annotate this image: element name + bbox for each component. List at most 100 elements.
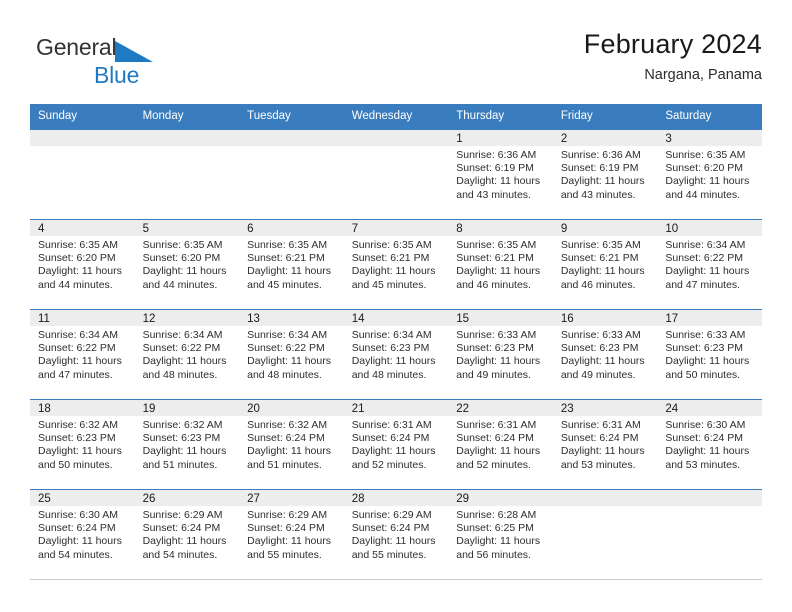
day-details: Sunrise: 6:34 AM Sunset: 6:23 PM Daylight:… xyxy=(344,326,449,382)
calendar-week-row: 4 Sunrise: 6:35 AM Sunset: 6:20 PM Daylight… xyxy=(30,219,762,310)
calendar-day-cell[interactable]: 16 Sunrise: 6:33 AM Sunset: 6:23 PM Dayligh… xyxy=(552,309,658,400)
sunrise-text: Sunrise: 6:34 AM xyxy=(351,329,432,341)
calendar-day-cell[interactable]: 5 Sunrise: 6:35 AM Sunset: 6:20 PM Daylight… xyxy=(134,219,240,310)
daylight-text: Daylight: 11 hours and 56 minutes. xyxy=(456,535,541,561)
calendar-day-cell-empty xyxy=(134,129,240,220)
day-number: 27 xyxy=(239,490,344,506)
day-details: Sunrise: 6:32 AM Sunset: 6:23 PM Daylight:… xyxy=(30,416,135,472)
daylight-text: Daylight: 11 hours and 52 minutes. xyxy=(351,445,436,471)
sunrise-text: Sunrise: 6:35 AM xyxy=(142,239,223,251)
sunset-text: Sunset: 6:19 PM xyxy=(456,162,534,175)
sunset-text: Sunset: 6:21 PM xyxy=(560,252,639,265)
calendar-day-cell[interactable]: 8 Sunrise: 6:35 AM Sunset: 6:21 PM Daylight… xyxy=(448,219,553,310)
brand-logo: General Blue xyxy=(36,36,256,90)
calendar-day-cell[interactable]: 23 Sunrise: 6:31 AM Sunset: 6:24 PM Dayligh… xyxy=(552,399,658,490)
daylight-text: Daylight: 11 hours and 53 minutes. xyxy=(665,445,750,471)
day-number: 4 xyxy=(30,220,135,236)
calendar-day-cell[interactable]: 17 Sunrise: 6:33 AM Sunset: 6:23 PM Dayligh… xyxy=(657,309,762,400)
calendar-day-cell[interactable]: 2 Sunrise: 6:36 AM Sunset: 6:19 PM Daylight… xyxy=(552,129,658,220)
day-number: 5 xyxy=(134,220,240,236)
sunrise-text: Sunrise: 6:30 AM xyxy=(665,419,746,431)
calendar-day-cell-empty xyxy=(30,129,135,220)
sunset-text: Sunset: 6:20 PM xyxy=(142,252,221,265)
calendar-day-cell[interactable]: 22 Sunrise: 6:31 AM Sunset: 6:24 PM Dayligh… xyxy=(448,399,553,490)
sunset-text: Sunset: 6:21 PM xyxy=(351,252,430,265)
day-details: Sunrise: 6:31 AM Sunset: 6:24 PM Daylight:… xyxy=(448,416,553,472)
daylight-text: Daylight: 11 hours and 50 minutes. xyxy=(665,355,750,381)
day-number: 11 xyxy=(30,310,135,326)
calendar-day-cell[interactable]: 27 Sunrise: 6:29 AM Sunset: 6:24 PM Dayligh… xyxy=(239,489,344,580)
sunset-text: Sunset: 6:25 PM xyxy=(456,522,534,535)
calendar-day-cell[interactable]: 15 Sunrise: 6:33 AM Sunset: 6:23 PM Dayligh… xyxy=(448,309,553,400)
calendar-day-cell[interactable]: 20 Sunrise: 6:32 AM Sunset: 6:24 PM Dayligh… xyxy=(239,399,344,490)
daylight-text: Daylight: 11 hours and 51 minutes. xyxy=(142,445,227,471)
sunset-text: Sunset: 6:22 PM xyxy=(665,252,744,265)
daylight-text: Daylight: 11 hours and 54 minutes. xyxy=(38,535,122,561)
sunset-text: Sunset: 6:24 PM xyxy=(247,522,325,535)
sunset-text: Sunset: 6:24 PM xyxy=(247,432,325,445)
day-details: Sunrise: 6:35 AM Sunset: 6:21 PM Daylight:… xyxy=(448,236,553,292)
sunrise-text: Sunrise: 6:33 AM xyxy=(456,329,537,341)
weekday-header-tuesday: Tuesday xyxy=(239,104,344,130)
sunset-text: Sunset: 6:23 PM xyxy=(456,342,534,355)
calendar-day-cell[interactable]: 7 Sunrise: 6:35 AM Sunset: 6:21 PM Daylight… xyxy=(343,219,449,310)
sunset-text: Sunset: 6:22 PM xyxy=(38,342,116,355)
calendar-day-cell[interactable]: 24 Sunrise: 6:30 AM Sunset: 6:24 PM Dayligh… xyxy=(657,399,762,490)
calendar-day-cell[interactable]: 9 Sunrise: 6:35 AM Sunset: 6:21 PM Daylight… xyxy=(552,219,658,310)
title-block: February 2024 Nargana, Panama xyxy=(584,28,762,85)
calendar-day-cell-empty xyxy=(552,489,658,580)
calendar-day-cell[interactable]: 12 Sunrise: 6:34 AM Sunset: 6:22 PM Dayligh… xyxy=(134,309,240,400)
day-details: Sunrise: 6:31 AM Sunset: 6:24 PM Daylight:… xyxy=(553,416,658,472)
sunrise-text: Sunrise: 6:29 AM xyxy=(351,509,432,521)
daylight-text: Daylight: 11 hours and 47 minutes. xyxy=(665,265,750,291)
calendar-day-cell[interactable]: 4 Sunrise: 6:35 AM Sunset: 6:20 PM Daylight… xyxy=(30,219,135,310)
sunset-text: Sunset: 6:23 PM xyxy=(351,342,430,355)
day-number: 1 xyxy=(448,130,553,146)
daylight-text: Daylight: 11 hours and 44 minutes. xyxy=(38,265,122,291)
weekday-header-wednesday: Wednesday xyxy=(343,104,449,130)
day-details: Sunrise: 6:36 AM Sunset: 6:19 PM Daylight:… xyxy=(448,146,553,202)
daylight-text: Daylight: 11 hours and 48 minutes. xyxy=(247,355,331,381)
day-number xyxy=(134,130,240,146)
daylight-text: Daylight: 11 hours and 53 minutes. xyxy=(560,445,645,471)
calendar-day-cell[interactable]: 10 Sunrise: 6:34 AM Sunset: 6:22 PM Dayligh… xyxy=(657,219,762,310)
sunrise-text: Sunrise: 6:32 AM xyxy=(247,419,328,431)
day-details: Sunrise: 6:32 AM Sunset: 6:23 PM Daylight:… xyxy=(135,416,240,472)
day-number: 28 xyxy=(343,490,449,506)
calendar-day-cell[interactable]: 29 Sunrise: 6:28 AM Sunset: 6:25 PM Dayligh… xyxy=(448,489,553,580)
sunset-text: Sunset: 6:20 PM xyxy=(665,162,744,175)
sunset-text: Sunset: 6:22 PM xyxy=(247,342,325,355)
sunrise-text: Sunrise: 6:35 AM xyxy=(247,239,328,251)
calendar-day-cell[interactable]: 28 Sunrise: 6:29 AM Sunset: 6:24 PM Dayligh… xyxy=(343,489,449,580)
sunset-text: Sunset: 6:22 PM xyxy=(142,342,221,355)
calendar-day-cell[interactable]: 21 Sunrise: 6:31 AM Sunset: 6:24 PM Dayligh… xyxy=(343,399,449,490)
sunset-text: Sunset: 6:23 PM xyxy=(560,342,639,355)
sunrise-text: Sunrise: 6:31 AM xyxy=(351,419,432,431)
sunrise-text: Sunrise: 6:34 AM xyxy=(665,239,746,251)
daylight-text: Daylight: 11 hours and 45 minutes. xyxy=(351,265,436,291)
calendar-day-cell[interactable]: 6 Sunrise: 6:35 AM Sunset: 6:21 PM Daylight… xyxy=(239,219,344,310)
calendar-day-cell[interactable]: 26 Sunrise: 6:29 AM Sunset: 6:24 PM Dayligh… xyxy=(134,489,240,580)
calendar-day-cell[interactable]: 14 Sunrise: 6:34 AM Sunset: 6:23 PM Dayligh… xyxy=(343,309,449,400)
sunset-text: Sunset: 6:24 PM xyxy=(38,522,116,535)
calendar-day-cell[interactable]: 13 Sunrise: 6:34 AM Sunset: 6:22 PM Dayligh… xyxy=(239,309,344,400)
weekday-header-monday: Monday xyxy=(134,104,240,130)
sunset-text: Sunset: 6:24 PM xyxy=(351,522,430,535)
day-details: Sunrise: 6:30 AM Sunset: 6:24 PM Daylight:… xyxy=(30,506,135,562)
day-number: 22 xyxy=(448,400,553,416)
brand-name-general: General xyxy=(36,34,117,60)
sunset-text: Sunset: 6:19 PM xyxy=(560,162,639,175)
calendar-day-cell[interactable]: 1 Sunrise: 6:36 AM Sunset: 6:19 PM Daylight… xyxy=(448,129,553,220)
sunrise-text: Sunrise: 6:29 AM xyxy=(142,509,223,521)
sunset-text: Sunset: 6:23 PM xyxy=(38,432,116,445)
calendar-day-cell[interactable]: 25 Sunrise: 6:30 AM Sunset: 6:24 PM Dayligh… xyxy=(30,489,135,580)
day-number xyxy=(343,130,449,146)
calendar-day-cell[interactable]: 19 Sunrise: 6:32 AM Sunset: 6:23 PM Dayligh… xyxy=(134,399,240,490)
day-details: Sunrise: 6:34 AM Sunset: 6:22 PM Daylight:… xyxy=(135,326,240,382)
calendar-day-cell[interactable]: 18 Sunrise: 6:32 AM Sunset: 6:23 PM Dayligh… xyxy=(30,399,135,490)
day-details: Sunrise: 6:32 AM Sunset: 6:24 PM Daylight:… xyxy=(239,416,344,472)
calendar-day-cell[interactable]: 3 Sunrise: 6:35 AM Sunset: 6:20 PM Daylight… xyxy=(657,129,762,220)
calendar-day-cell[interactable]: 11 Sunrise: 6:34 AM Sunset: 6:22 PM Dayligh… xyxy=(30,309,135,400)
daylight-text: Daylight: 11 hours and 43 minutes. xyxy=(560,175,645,201)
weekday-header-sunday: Sunday xyxy=(30,104,135,130)
